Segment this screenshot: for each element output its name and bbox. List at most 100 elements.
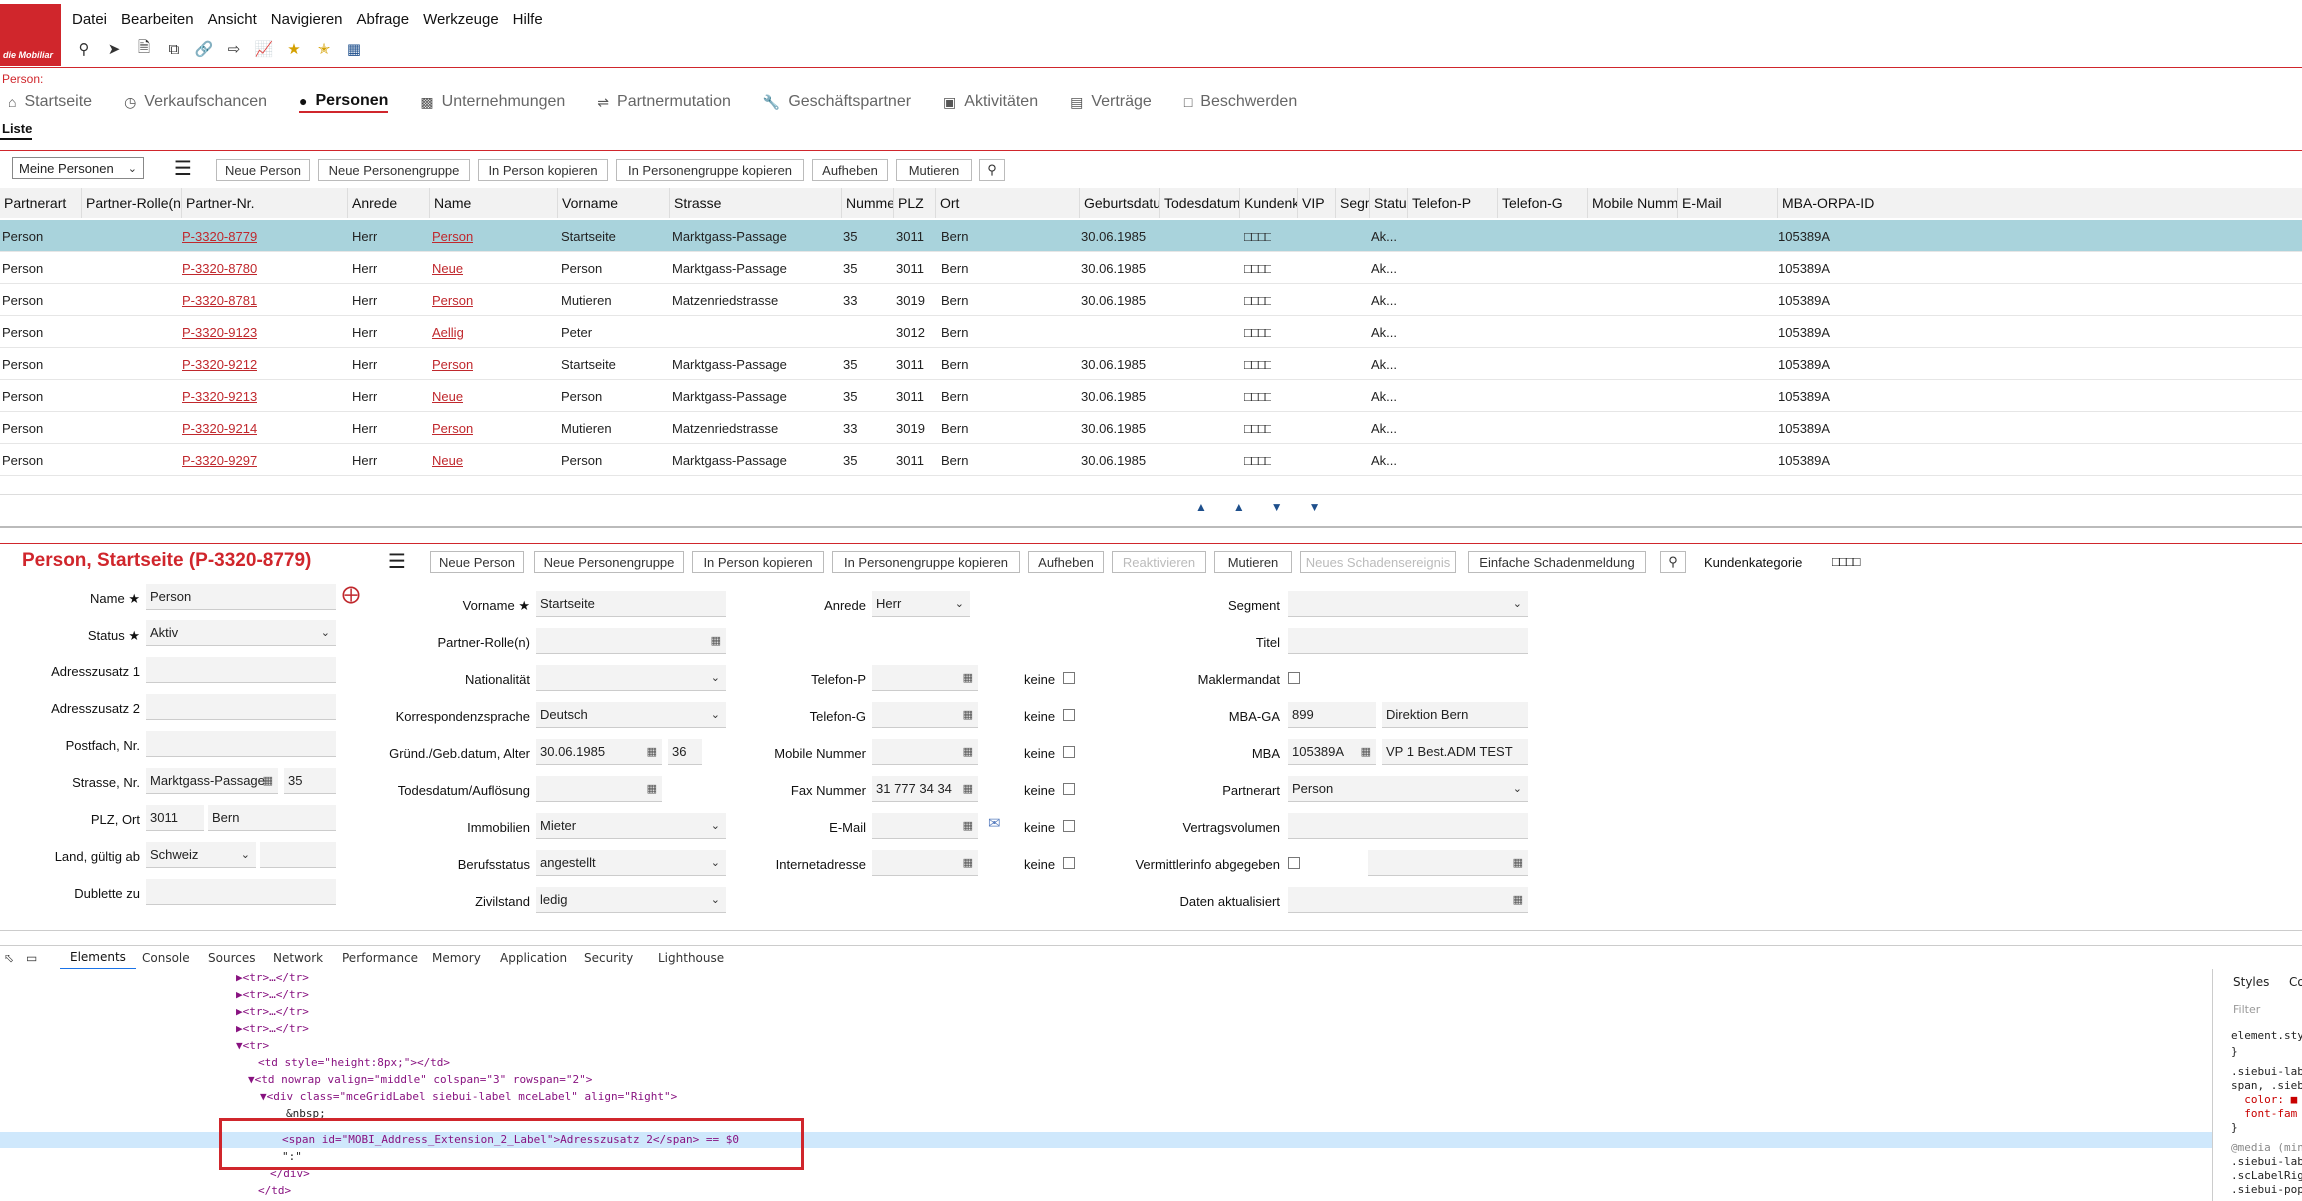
reaktivieren-button[interactable]: Reaktivieren (1112, 551, 1206, 573)
telefon-p-field[interactable]: ▦ (872, 665, 978, 691)
col-vip[interactable]: VIP (1298, 188, 1336, 218)
table-row[interactable]: Person P-3320-9297 Herr Neue Person Mark… (0, 444, 2302, 476)
subtab-liste[interactable]: Liste (0, 121, 34, 136)
col-nummer[interactable]: Nummer (842, 188, 894, 218)
menu-werkzeuge[interactable]: Werkzeuge (423, 11, 499, 33)
adresszusatz1-field[interactable] (146, 657, 336, 683)
adresszusatz2-field[interactable] (146, 694, 336, 720)
mba-field[interactable]: 105389A ▦ (1288, 739, 1376, 765)
detail-mutieren-button[interactable]: Mutieren (1214, 551, 1292, 573)
nationalitaet-select[interactable]: ⌄ (536, 665, 726, 691)
detail-search-button[interactable]: ⚲ (1660, 551, 1686, 573)
col-vorname[interactable]: Vorname (558, 188, 670, 218)
maklermandat-checkbox[interactable] (1288, 672, 1300, 684)
devtools-tab-sources[interactable]: Sources (208, 946, 255, 970)
cell-name-link[interactable]: Neue (432, 444, 463, 476)
devtools-tab-application[interactable]: Application (500, 946, 567, 970)
cell-partner-nr-link[interactable]: P-3320-9123 (182, 316, 257, 348)
phone-picker-icon[interactable]: ▦ (963, 782, 973, 795)
col-telefon-p[interactable]: Telefon-P (1408, 188, 1498, 218)
tab-vertraege[interactable]: ▤ Verträge (1070, 91, 1152, 113)
col-partner-nr[interactable]: Partner-Nr. (182, 188, 348, 218)
devtools-tab-performance[interactable]: Performance (342, 946, 418, 970)
dom-node[interactable]: <td style="height:8px;"></td> (258, 1056, 450, 1072)
col-segment[interactable]: Segment (1336, 188, 1370, 218)
list-search-button[interactable]: ⚲ (979, 159, 1005, 181)
todesdatum-field[interactable]: ▦ (536, 776, 662, 802)
col-partnerart[interactable]: Partnerart (0, 188, 82, 218)
devtools-tab-security[interactable]: Security (584, 946, 633, 970)
neues-schadensereignis-button[interactable]: Neues Schadensereignis (1300, 551, 1456, 573)
table-row[interactable]: Person P-3320-9214 Herr Person Mutieren … (0, 412, 2302, 444)
inspect-element-icon[interactable]: ⬁ (4, 946, 14, 970)
col-anrede[interactable]: Anrede (348, 188, 430, 218)
forward-icon[interactable]: ➤ (102, 38, 126, 60)
mba-ga-field[interactable]: 899 (1288, 702, 1376, 728)
telefon-g-keine-checkbox[interactable] (1063, 709, 1075, 721)
tab-personen[interactable]: ● Personen (299, 91, 389, 113)
menu-ansicht[interactable]: Ansicht (208, 11, 257, 33)
table-row[interactable]: Person P-3320-9123 Herr Aellig Peter 301… (0, 316, 2302, 348)
vermittlerinfo-checkbox[interactable] (1288, 857, 1300, 869)
compass-icon[interactable]: ⨁ (342, 584, 360, 605)
dom-node[interactable]: ▼<div class="mceGridLabel siebui-label m… (260, 1090, 677, 1106)
devtools-tab-elements[interactable]: Elements (60, 946, 136, 970)
first-page-icon[interactable]: ▲︎ (1195, 500, 1207, 514)
berufsstatus-select[interactable]: angestellt ⌄ (536, 850, 726, 876)
status-select[interactable]: Aktiv ⌄ (146, 620, 336, 646)
devtools-tab-network[interactable]: Network (273, 946, 323, 970)
anrede-select[interactable]: Herr ⌄ (872, 591, 970, 617)
geburtsdatum-field[interactable]: 30.06.1985 ▦ (536, 739, 662, 765)
korrespondenz-select[interactable]: Deutsch ⌄ (536, 702, 726, 728)
col-name[interactable]: Name (430, 188, 558, 218)
dom-node[interactable]: </td> (258, 1184, 291, 1200)
detail-menu-icon[interactable]: ☰ (388, 549, 406, 574)
plz-field[interactable]: 3011 (146, 805, 204, 831)
computed-tab[interactable]: Co (2289, 975, 2302, 989)
devtools-tab-memory[interactable]: Memory (432, 946, 481, 970)
dom-node[interactable]: ▶<tr>…</tr> (236, 988, 309, 1004)
gueltig-ab-field[interactable] (260, 842, 336, 868)
dublette-field[interactable] (146, 879, 336, 905)
cell-name-link[interactable]: Aellig (432, 316, 464, 348)
aufheben-button[interactable]: Aufheben (812, 159, 888, 181)
cell-name-link[interactable]: Neue (432, 380, 463, 412)
devtools-tab-console[interactable]: Console (142, 946, 190, 970)
cell-name-link[interactable]: Person (432, 220, 473, 252)
cell-name-link[interactable]: Person (432, 348, 473, 380)
tab-beschwerden[interactable]: □ Beschwerden (1184, 91, 1297, 113)
partner-rolle-field[interactable]: ▦ (536, 628, 726, 654)
strasse-field[interactable]: Marktgass-Passage ▦ (146, 768, 278, 794)
mobile-field[interactable]: ▦ (872, 739, 978, 765)
phone-picker-icon[interactable]: ▦ (963, 745, 973, 758)
link-icon[interactable]: 🔗 (192, 38, 216, 60)
cell-partner-nr-link[interactable]: P-3320-9213 (182, 380, 257, 412)
col-status[interactable]: Status (1370, 188, 1408, 218)
tab-startseite[interactable]: ⌂ Startseite (8, 91, 92, 113)
col-mobile[interactable]: Mobile Nummer (1588, 188, 1678, 218)
cell-partner-nr-link[interactable]: P-3320-9297 (182, 444, 257, 476)
tab-partnermutation[interactable]: ⇌ Partnermutation (597, 91, 731, 113)
phone-picker-icon[interactable]: ▦ (963, 671, 973, 684)
menu-navigieren[interactable]: Navigieren (271, 11, 343, 33)
menu-abfrage[interactable]: Abfrage (357, 11, 410, 33)
calendar-icon[interactable]: ▦ (647, 782, 657, 795)
col-telefon-g[interactable]: Telefon-G (1498, 188, 1588, 218)
einfache-schadenmeldung-button[interactable]: Einfache Schadenmeldung (1468, 551, 1646, 573)
col-email[interactable]: E-Mail (1678, 188, 1778, 218)
fax-field[interactable]: 31 777 34 34 ▦ (872, 776, 978, 802)
send-email-icon[interactable]: ✉ (988, 814, 1001, 832)
cell-partner-nr-link[interactable]: P-3320-8779 (182, 220, 257, 252)
cell-name-link[interactable]: Person (432, 284, 473, 316)
table-row[interactable]: Person P-3320-9213 Herr Neue Person Mark… (0, 380, 2302, 412)
partnerart-select[interactable]: Person ⌄ (1288, 776, 1528, 802)
neue-personengruppe-button[interactable]: Neue Personengruppe (318, 159, 470, 181)
picker-icon[interactable]: ▦ (263, 774, 273, 787)
export-icon[interactable]: ⇨ (222, 38, 246, 60)
filter-select[interactable]: Meine Personen ⌄ (12, 157, 144, 179)
table-icon[interactable]: ▦ (342, 38, 366, 60)
col-plz[interactable]: PLZ (894, 188, 936, 218)
chart-icon[interactable]: 📈 (252, 38, 276, 60)
in-person-kopieren-button[interactable]: In Person kopieren (478, 159, 608, 181)
col-strasse[interactable]: Strasse (670, 188, 842, 218)
